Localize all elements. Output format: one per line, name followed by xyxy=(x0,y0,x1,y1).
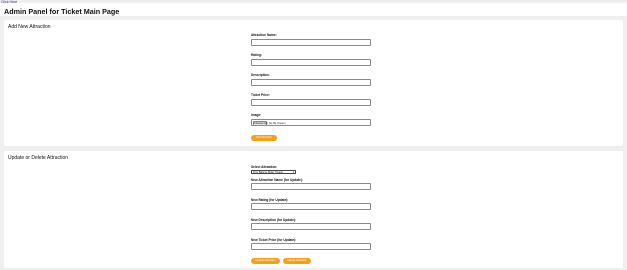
attraction-name-input[interactable] xyxy=(251,39,371,46)
update-section-title: Update or Delete Attraction xyxy=(8,155,69,161)
attraction-name-label: Attraction Name: xyxy=(251,33,277,37)
update-attraction-panel: Update or Delete Attraction Select Attra… xyxy=(4,151,623,268)
select-attraction-label: Select Attraction: xyxy=(251,165,278,169)
description-label: Description: xyxy=(251,73,270,77)
new-rating-input[interactable] xyxy=(251,203,371,210)
delete-attraction-button[interactable]: Delete Attraction xyxy=(283,258,311,264)
new-name-input[interactable] xyxy=(251,183,371,190)
new-name-label: New Attraction Name (for Update): xyxy=(251,178,303,182)
rating-label: Rating: xyxy=(251,53,262,57)
image-label: Image: xyxy=(251,113,262,117)
add-section-title: Add New Attraction xyxy=(8,24,51,30)
new-price-input[interactable] xyxy=(251,243,371,250)
update-attraction-button[interactable]: Update Attraction xyxy=(251,258,280,264)
new-description-input[interactable] xyxy=(251,223,371,230)
chevron-down-icon: ▾ xyxy=(292,171,294,174)
page-title: Admin Panel for Ticket Main Page xyxy=(4,7,120,16)
new-description-label: New Description (for Update): xyxy=(251,218,296,222)
select-attraction-value: Pure Balance Bidan Theater xyxy=(253,171,283,175)
add-attraction-panel: Add New Attraction Attraction Name: Rati… xyxy=(4,20,623,146)
choose-file-button[interactable]: Choose File xyxy=(253,121,268,126)
new-price-label: New Ticket Price (for Update): xyxy=(251,238,297,242)
new-rating-label: New Rating (for Update): xyxy=(251,198,289,202)
ticket-price-input[interactable] xyxy=(251,99,371,106)
ticket-price-label: Ticket Price: xyxy=(251,93,270,97)
header: Admin Panel for Ticket Main Page xyxy=(0,3,627,16)
add-attraction-button[interactable]: Add Attraction xyxy=(251,135,277,141)
select-attraction-dropdown[interactable]: Pure Balance Bidan Theater ▾ xyxy=(251,170,296,174)
file-status: No file chosen xyxy=(269,121,286,125)
description-input[interactable] xyxy=(251,79,371,86)
image-file-input[interactable]: Choose File No file chosen xyxy=(251,119,371,126)
rating-input[interactable] xyxy=(251,59,371,66)
